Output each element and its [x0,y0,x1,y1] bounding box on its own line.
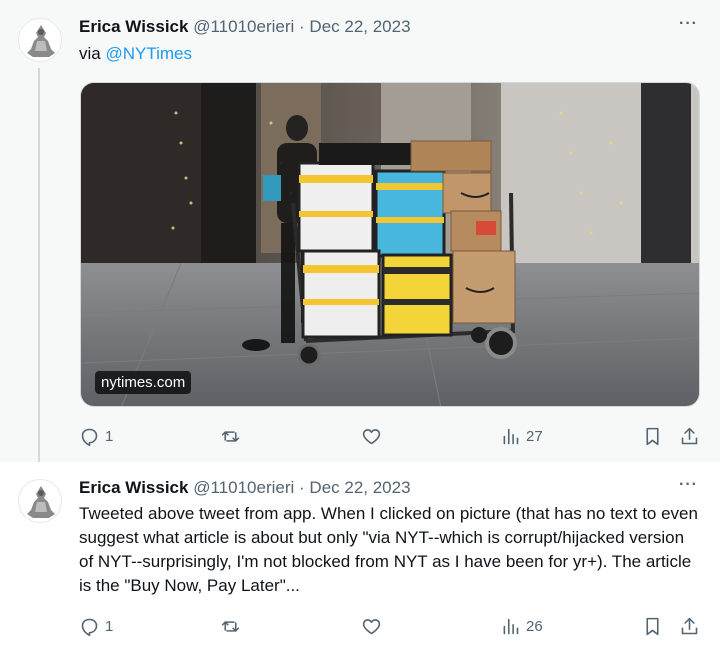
heart-icon [362,618,381,634]
author-name[interactable]: Erica Wissick [79,478,188,497]
views-button[interactable]: 27 [500,424,543,448]
reply-icon [81,618,98,636]
more-options-icon[interactable]: ··· [679,476,698,494]
retweet-button[interactable] [220,424,241,448]
timestamp[interactable]: Dec 22, 2023 [309,478,410,497]
share-icon [681,617,698,634]
tweet-1[interactable]: Erica Wissick @11010erieri · Dec 22, 202… [0,0,720,466]
author-name[interactable]: Erica Wissick [79,17,188,36]
reply-count: 1 [105,427,114,445]
like-button[interactable] [361,424,382,448]
tweet-header: Erica Wissick @11010erieri · Dec 22, 202… [79,478,411,498]
avatar[interactable] [18,479,62,523]
share-button[interactable] [679,424,700,448]
views-button[interactable]: 26 [500,614,543,638]
tweet-text: Tweeted above tweet from app. When I cli… [79,504,698,595]
retweet-icon [221,620,240,632]
reply-button[interactable]: 1 [79,424,113,448]
media-image[interactable]: nytimes.com [80,82,700,407]
tweet-text: via @NYTimes [79,42,698,66]
reply-button[interactable]: 1 [79,614,113,638]
views-icon [503,428,519,444]
tweet-2[interactable]: Erica Wissick @11010erieri · Dec 22, 202… [0,462,720,657]
share-icon [681,427,698,444]
like-button[interactable] [361,614,382,638]
author-handle[interactable]: @11010erieri [193,478,294,497]
reply-count: 1 [105,617,114,635]
share-button[interactable] [679,614,700,638]
retweet-button[interactable] [220,614,241,638]
bookmark-button[interactable] [642,424,663,448]
more-options-icon[interactable]: ··· [679,15,698,33]
thread-line [38,68,40,466]
bookmark-icon [646,427,659,445]
separator: · [299,478,305,497]
bookmark-icon [646,617,659,635]
author-handle[interactable]: @11010erieri [193,17,294,36]
tweet-header: Erica Wissick @11010erieri · Dec 22, 202… [79,17,411,37]
reply-icon [81,428,98,446]
separator: · [299,17,305,36]
views-icon [503,618,519,634]
tweet-actions: 1 26 [79,614,699,638]
timestamp[interactable]: Dec 22, 2023 [309,17,410,36]
views-count: 26 [526,617,543,635]
heart-icon [362,428,381,444]
mention-link[interactable]: @NYTimes [105,44,192,63]
views-count: 27 [526,427,543,445]
avatar[interactable] [18,18,62,62]
retweet-icon [221,430,240,442]
tweet-actions: 1 27 [79,424,699,448]
text-prefix: via [79,44,106,63]
bookmark-button[interactable] [642,614,663,638]
media-domain-badge: nytimes.com [95,371,192,394]
